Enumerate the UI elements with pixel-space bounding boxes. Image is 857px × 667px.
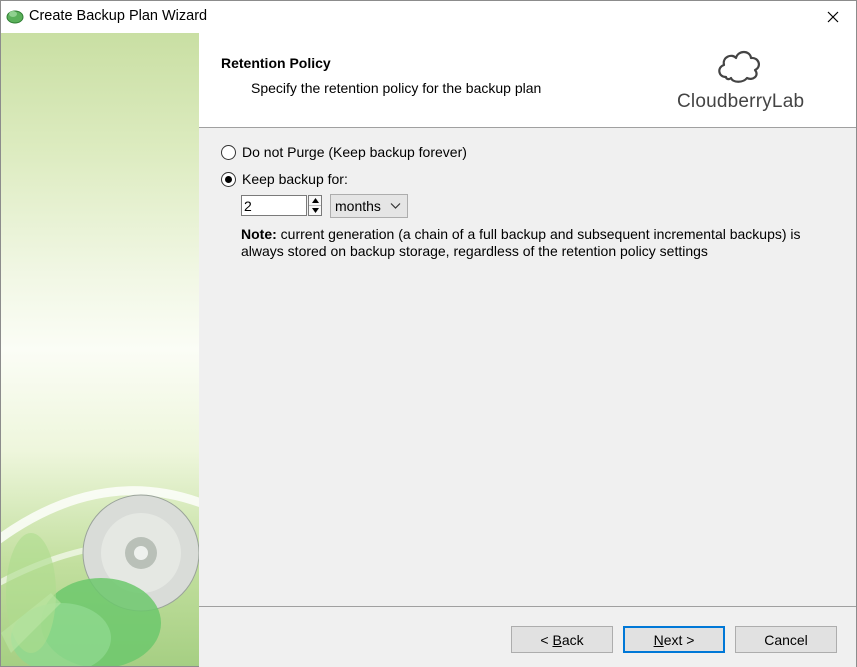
radio-keep-backup[interactable]	[221, 171, 236, 187]
keep-unit-value: months	[335, 198, 381, 214]
note-text: current generation (a chain of a full ba…	[241, 226, 801, 259]
back-button[interactable]: < Back	[511, 626, 613, 653]
wizard-footer: < Back Next > Cancel	[199, 606, 856, 667]
cd-disc-graphic	[1, 486, 199, 666]
page-subtitle: Specify the retention policy for the bac…	[251, 80, 542, 96]
retention-options-panel: Do not Purge (Keep backup forever) Keep …	[199, 128, 856, 606]
option-do-not-purge[interactable]: Do not Purge (Keep backup forever)	[221, 144, 467, 160]
radio-do-not-purge[interactable]	[221, 144, 236, 160]
back-label-prefix: <	[540, 631, 553, 648]
next-button[interactable]: Next >	[623, 626, 725, 653]
close-icon	[827, 11, 839, 23]
arrow-up-icon	[311, 198, 319, 203]
option-keep-backup[interactable]: Keep backup for:	[221, 171, 348, 187]
back-label-mnemonic: B	[552, 631, 562, 648]
wizard-header: Retention Policy Specify the retention p…	[199, 33, 856, 128]
cloud-logo-icon	[718, 50, 761, 83]
next-label-rest: ext >	[663, 631, 695, 648]
arrow-down-icon	[311, 208, 319, 213]
wizard-side-banner	[1, 33, 199, 666]
label-keep-backup: Keep backup for:	[242, 171, 348, 187]
page-title: Retention Policy	[221, 55, 331, 71]
keep-unit-dropdown[interactable]: months	[330, 194, 408, 218]
spin-down-button[interactable]	[309, 206, 321, 215]
brand-logo-text: CloudberryLab	[677, 91, 805, 112]
note-label: Note:	[241, 226, 277, 242]
cloud-app-icon	[6, 10, 24, 24]
chevron-down-icon	[390, 203, 401, 209]
title-bar[interactable]: Create Backup Plan Wizard	[1, 1, 856, 33]
retention-note: Note: current generation (a chain of a f…	[241, 226, 821, 260]
keep-duration-input[interactable]	[241, 195, 307, 216]
keep-duration-spinner	[308, 195, 322, 216]
label-do-not-purge: Do not Purge (Keep backup forever)	[242, 144, 467, 160]
back-label-rest: ack	[561, 631, 584, 648]
window-title: Create Backup Plan Wizard	[29, 8, 208, 24]
wizard-window: Create Backup Plan Wizard Retention Poli…	[0, 0, 857, 667]
close-button[interactable]	[810, 1, 856, 33]
cancel-button[interactable]: Cancel	[735, 626, 837, 653]
next-label-mnemonic: N	[653, 631, 664, 648]
spin-up-button[interactable]	[309, 196, 321, 206]
